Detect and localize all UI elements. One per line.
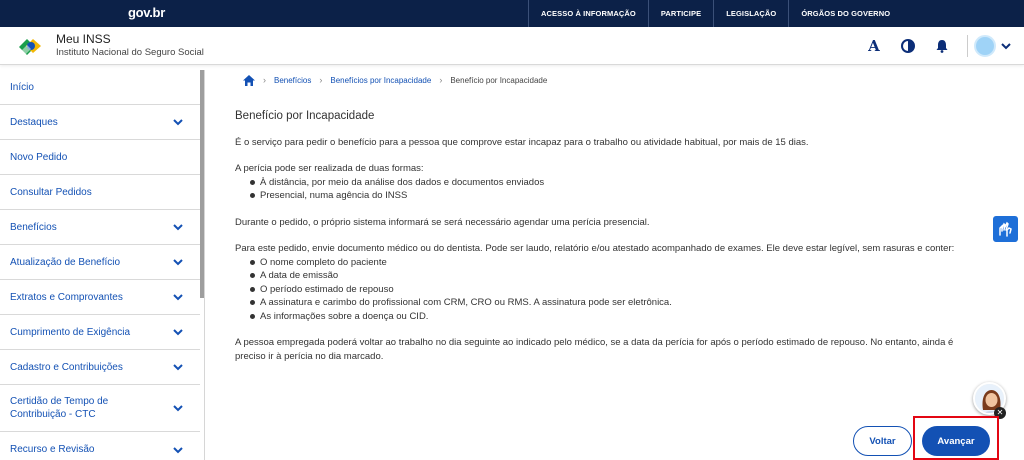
govbr-logo[interactable]: gov.br <box>128 5 165 20</box>
govbr-bar: gov.br ACESSO À INFORMAÇÃO PARTICIPE LEG… <box>0 0 1024 27</box>
forms-list: À distância, por meio da análise dos dad… <box>247 176 975 203</box>
header-divider <box>967 35 968 57</box>
breadcrumb: › Benefícios › Benefícios por Incapacida… <box>243 73 547 87</box>
bell-icon[interactable] <box>933 37 951 55</box>
list-item: As informações sobre a doença ou CID. <box>247 310 975 324</box>
list-item: A assinatura e carimbo do profissional c… <box>247 296 975 310</box>
breadcrumb-separator: › <box>263 75 266 85</box>
chevron-down-icon <box>173 259 183 266</box>
during-text: Durante o pedido, o próprio sistema info… <box>235 216 650 228</box>
intro-text: É o serviço para pedir o benefício para … <box>235 136 809 148</box>
service-description: Benefício por Incapacidade É o serviço p… <box>235 110 975 363</box>
breadcrumb-separator: › <box>319 75 323 85</box>
sidebar-item-label: Destaques <box>10 116 58 128</box>
inss-logo[interactable] <box>17 35 43 57</box>
sidebar-item-cadastro[interactable]: Cadastro e Contribuições <box>0 350 200 385</box>
app-subtitle: Instituto Nacional do Seguro Social <box>56 47 204 58</box>
list-item: A data de emissão <box>247 269 975 283</box>
breadcrumb-beneficios[interactable]: Benefícios <box>274 76 311 85</box>
sidebar-item-label: Cumprimento de Exigência <box>10 326 131 338</box>
return-note: A pessoa empregada poderá voltar ao trab… <box>235 337 954 362</box>
chevron-down-icon <box>173 224 183 231</box>
govbr-link-legislacao[interactable]: LEGISLAÇÃO <box>713 0 788 27</box>
sidebar-item-consultar-pedidos[interactable]: Consultar Pedidos <box>0 175 200 210</box>
contrast-icon[interactable] <box>899 37 917 55</box>
sidebar-item-exigencia[interactable]: Cumprimento de Exigência <box>0 315 200 350</box>
sidebar-item-beneficios[interactable]: Benefícios <box>0 210 200 245</box>
sidebar-item-label: Novo Pedido <box>10 151 68 163</box>
sidebar-item-recurso[interactable]: Recurso e Revisão <box>0 432 200 460</box>
sidebar-item-inicio[interactable]: Início <box>0 70 200 105</box>
docs-list: O nome completo do paciente A data de em… <box>247 256 975 324</box>
sidebar-item-label: Extratos e Comprovantes <box>10 291 123 303</box>
chevron-down-icon <box>173 119 183 126</box>
back-button[interactable]: Voltar <box>853 426 912 456</box>
govbr-link-participe[interactable]: PARTICIPE <box>647 0 713 27</box>
sidebar-item-label: Consultar Pedidos <box>10 186 92 198</box>
chevron-down-icon <box>173 405 183 412</box>
vlibras-hands-icon[interactable] <box>993 216 1018 242</box>
govbr-link-acesso[interactable]: ACESSO À INFORMAÇÃO <box>528 0 648 27</box>
breadcrumb-beneficios-incapacidade[interactable]: Benefícios por Incapacidade <box>330 76 431 85</box>
list-item: O período estimado de repouso <box>247 283 975 297</box>
sidebar-item-label: Benefícios <box>10 221 57 233</box>
list-item: À distância, por meio da análise dos dad… <box>247 176 975 190</box>
avatar[interactable] <box>974 35 996 57</box>
app-header: Meu INSS Instituto Nacional do Seguro So… <box>0 27 1024 65</box>
docs-intro: Para este pedido, envie documento médico… <box>235 243 955 254</box>
sidebar-item-atualizacao[interactable]: Atualização de Benefício <box>0 245 200 280</box>
sidebar-item-extratos[interactable]: Extratos e Comprovantes <box>0 280 200 315</box>
breadcrumb-separator: › <box>439 75 443 85</box>
govbr-link-orgaos[interactable]: ÓRGÃOS DO GOVERNO <box>788 0 902 27</box>
forms-intro: A perícia pode ser realizada de duas for… <box>235 163 424 174</box>
chevron-down-icon[interactable] <box>1000 40 1012 52</box>
home-icon[interactable] <box>243 74 255 86</box>
sidebar: Início Destaques Novo Pedido Consultar P… <box>0 70 205 460</box>
sidebar-item-ctc[interactable]: Certidão de Tempo de Contribuição - CTC <box>0 385 200 432</box>
breadcrumb-current: Benefício por Incapacidade <box>450 75 548 85</box>
chevron-down-icon <box>173 364 183 371</box>
app-title: Meu INSS <box>56 32 111 46</box>
chevron-down-icon <box>173 446 183 453</box>
sidebar-item-label: Atualização de Benefício <box>10 256 121 268</box>
sidebar-item-label: Recurso e Revisão <box>10 444 95 455</box>
chevron-down-icon <box>173 294 183 301</box>
header-actions: A <box>857 27 1024 65</box>
sidebar-item-label: Cadastro e Contribuições <box>10 361 123 373</box>
font-size-icon[interactable]: A <box>865 37 883 55</box>
page-title: Benefício por Incapacidade <box>235 110 375 122</box>
govbr-nav: ACESSO À INFORMAÇÃO PARTICIPE LEGISLAÇÃO… <box>528 0 902 27</box>
list-item: O nome completo do paciente <box>247 256 975 270</box>
list-item: Presencial, numa agência do INSS <box>247 189 975 203</box>
sidebar-item-label: Início <box>10 81 34 93</box>
highlight-box <box>913 416 999 460</box>
chevron-down-icon <box>173 329 183 336</box>
sidebar-scrollbar[interactable] <box>200 70 204 298</box>
sidebar-item-novo-pedido[interactable]: Novo Pedido <box>0 140 200 175</box>
sidebar-item-label: Certidão de Tempo de Contribuição - CTC <box>10 396 109 420</box>
sidebar-item-destaques[interactable]: Destaques <box>0 105 200 140</box>
